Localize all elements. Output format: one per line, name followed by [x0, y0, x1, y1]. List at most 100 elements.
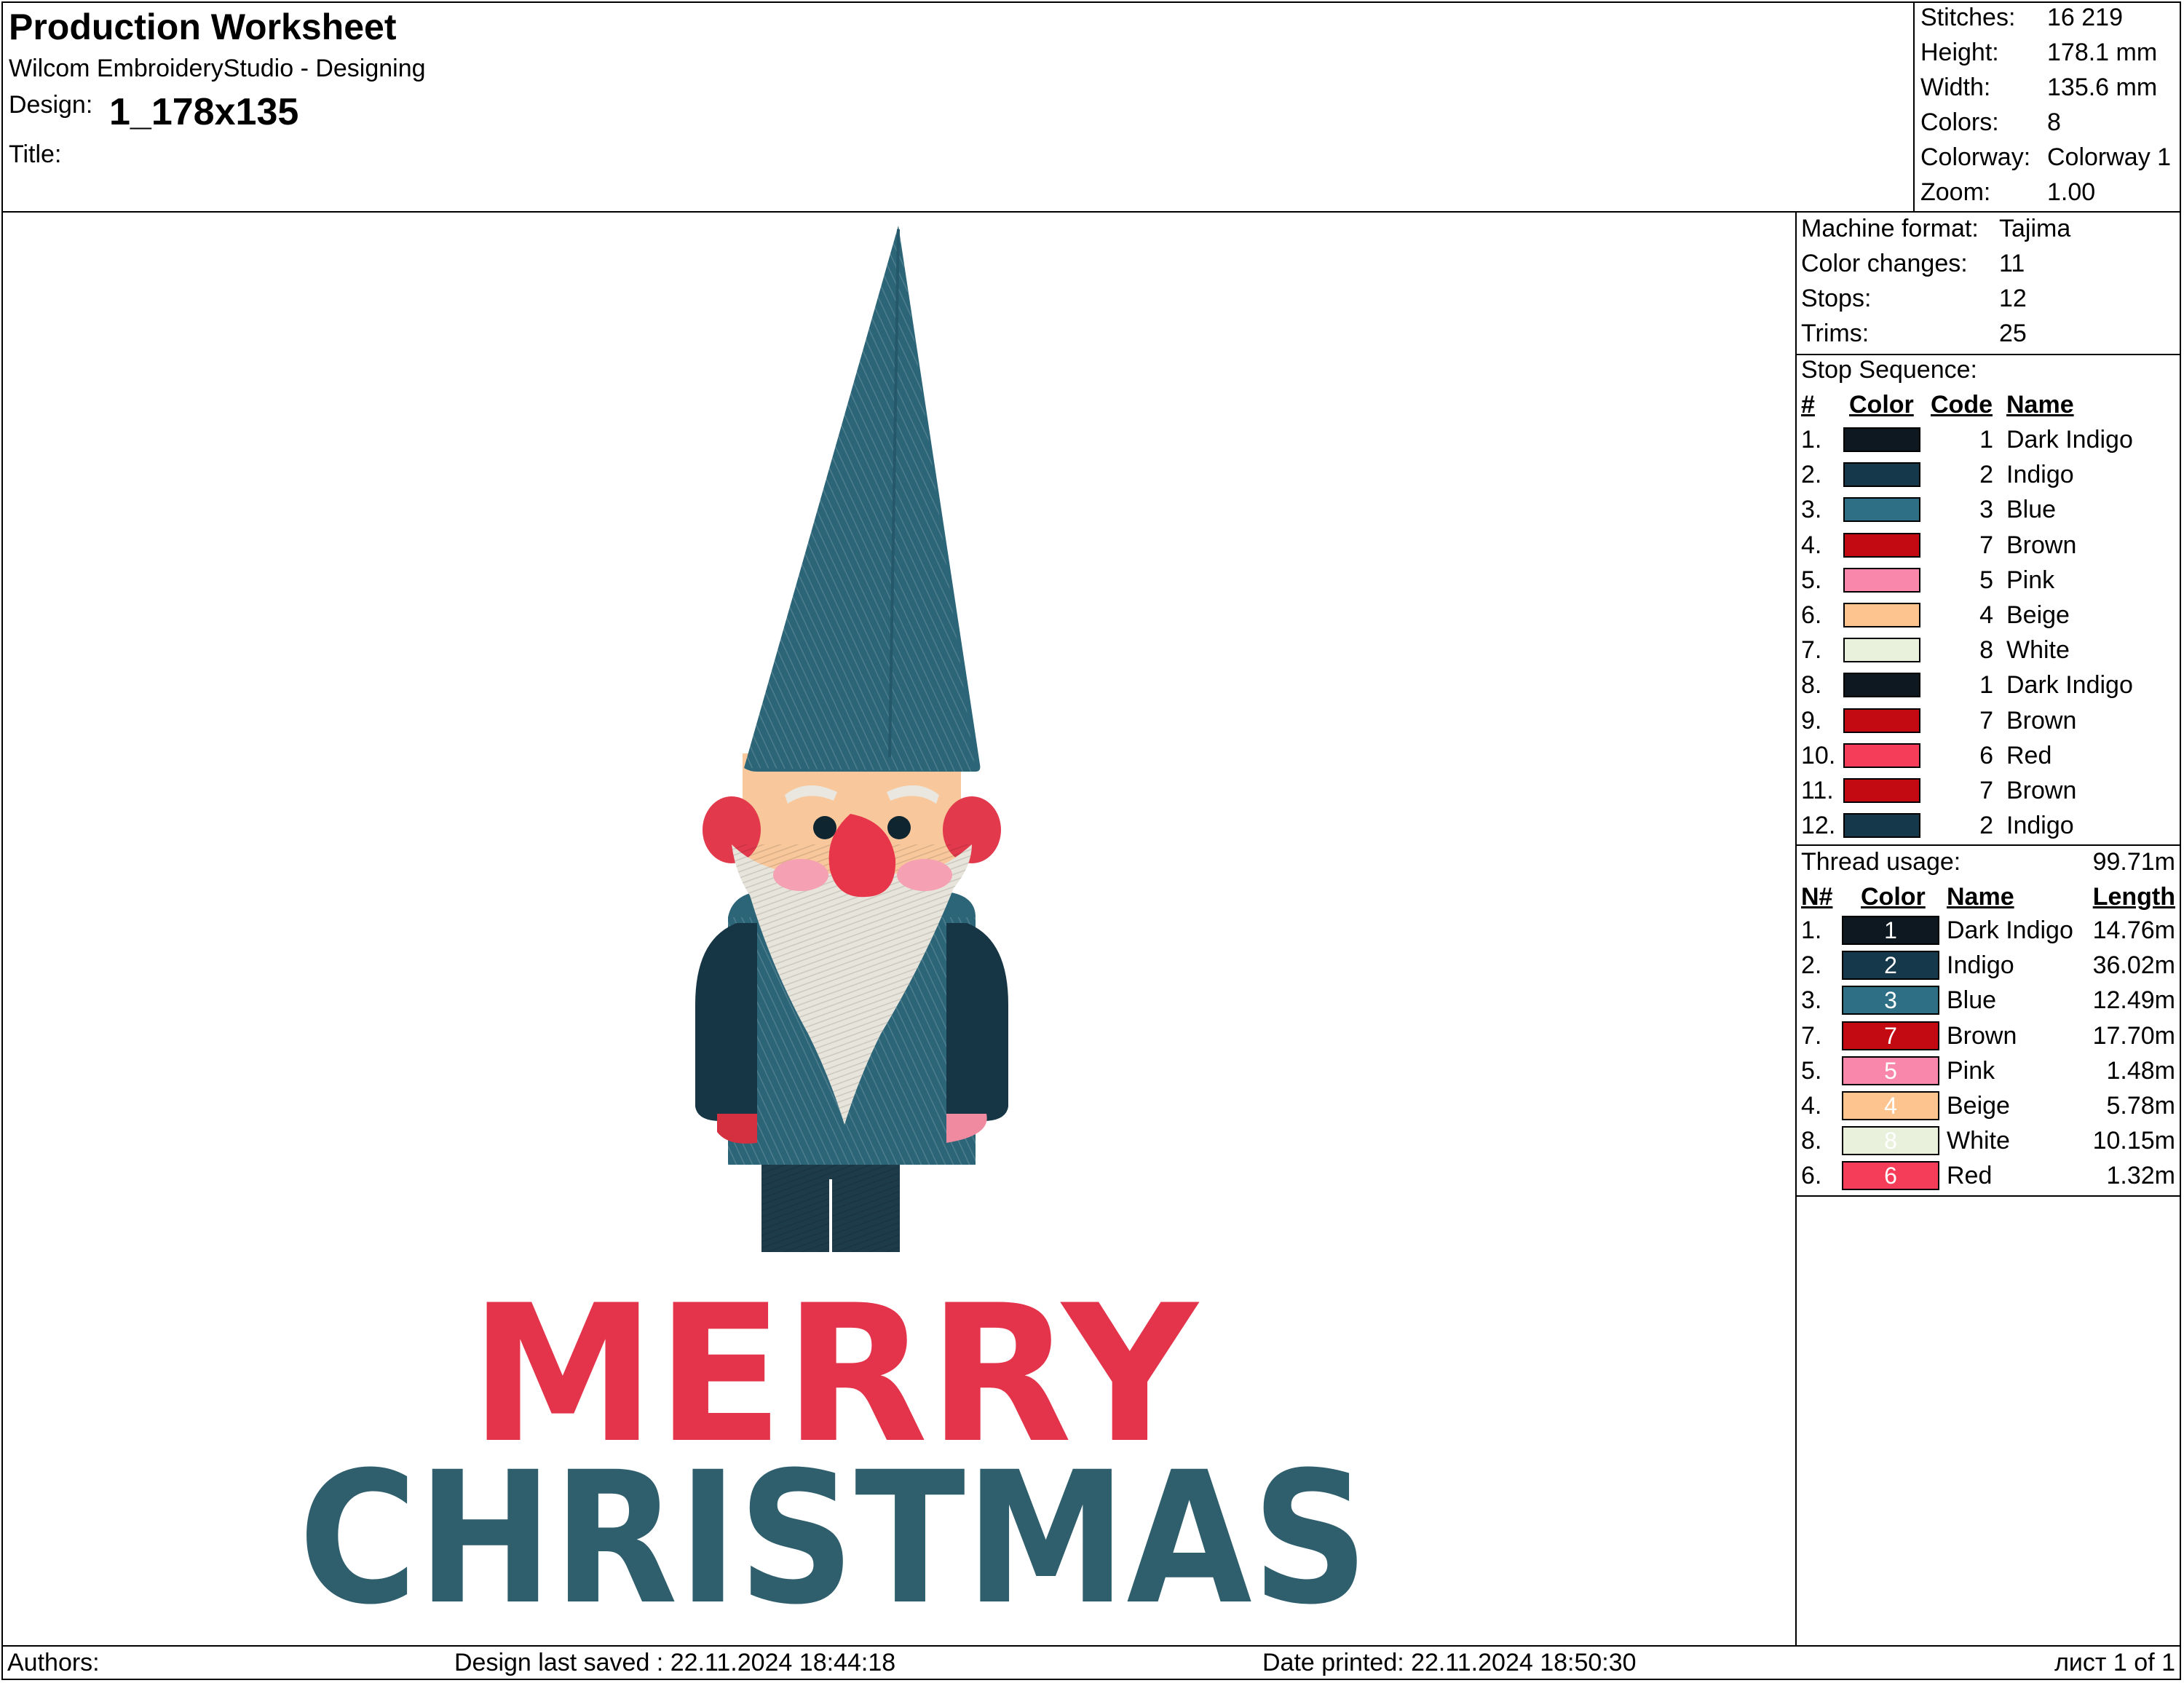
thread-row-swatch: 4	[1842, 1091, 1939, 1120]
stop-row-name: Brown	[2006, 706, 2077, 734]
thread-usage-title: Thread usage:	[1801, 848, 1961, 876]
thread-header-color: Color	[1861, 883, 1926, 911]
gnome-cheek-right	[897, 859, 952, 891]
thread-row-num: 6.	[1801, 1162, 1822, 1190]
stop-row-name: Indigo	[2006, 461, 2074, 489]
thread-row-num: 8.	[1801, 1127, 1822, 1155]
stop-row-swatch	[1843, 638, 1920, 663]
stop-row-name: Blue	[2006, 496, 2057, 524]
thread-usage-divider	[1795, 1195, 2181, 1197]
thread-row-swatch: 7	[1842, 1021, 1939, 1050]
thread-row-num: 5.	[1801, 1056, 1822, 1085]
stop-row-name: Dark Indigo	[2006, 426, 2133, 454]
stop-row-swatch	[1843, 673, 1920, 698]
thread-row-length: 12.49m	[2092, 986, 2175, 1015]
stat-label-stitches: Stitches:	[1920, 4, 2016, 31]
thread-row-name: Indigo	[1947, 951, 2014, 980]
sidebar-divider	[1795, 211, 1797, 1647]
machine-format-value: Tajima	[1999, 215, 2071, 242]
color-changes-value: 11	[1999, 250, 2025, 277]
thread-row-name: Pink	[1947, 1056, 1995, 1085]
gnome-eye-left	[813, 816, 836, 839]
stat-value-colors: 8	[2047, 108, 2061, 136]
stops-value: 12	[1999, 285, 2027, 312]
stops-label: Stops:	[1801, 285, 1872, 312]
stop-row-code: 8	[1979, 636, 1993, 665]
footer-divider	[1, 1645, 2181, 1647]
footer-date-printed: Date printed: 22.11.2024 18:50:30	[1262, 1649, 1637, 1676]
stop-row-code: 5	[1979, 566, 1993, 594]
thread-header-name: Name	[1947, 883, 2014, 911]
stat-value-stitches: 16 219	[2047, 4, 2123, 31]
stop-row-num: 8.	[1801, 671, 1822, 700]
gnome-arm-left	[695, 923, 757, 1121]
stop-row-num: 3.	[1801, 496, 1822, 524]
gnome-eye-right	[887, 816, 911, 839]
stop-row-swatch	[1843, 742, 1920, 768]
stop-row-name: Brown	[2006, 531, 2077, 559]
footer-authors: Authors:	[7, 1649, 100, 1676]
stop-row-num: 9.	[1801, 706, 1822, 734]
stat-label-width: Width:	[1920, 74, 1991, 101]
thread-header-num: N#	[1801, 883, 1833, 911]
stop-row-swatch	[1843, 532, 1920, 558]
thread-row-num: 3.	[1801, 986, 1822, 1015]
stop-row-swatch	[1843, 567, 1920, 593]
stop-row-name: Red	[2006, 741, 2052, 769]
thread-row-swatch: 8	[1842, 1126, 1939, 1156]
stop-row-num: 10.	[1801, 741, 1836, 769]
stats-divider	[1913, 1, 1915, 213]
thread-row-swatch: 3	[1842, 986, 1939, 1015]
stop-header-code: Code	[1931, 391, 1993, 419]
stat-value-width: 135.6 mm	[2047, 74, 2158, 101]
thread-row-swatch: 6	[1842, 1161, 1939, 1191]
stop-row-code: 6	[1979, 741, 1993, 769]
stop-row-code: 7	[1979, 706, 1993, 734]
thread-row-num: 2.	[1801, 951, 1822, 980]
stop-row-name: Brown	[2006, 777, 2077, 804]
thread-row-swatch: 5	[1842, 1056, 1939, 1085]
stat-label-colors: Colors:	[1920, 108, 1999, 136]
stat-value-colorway: Colorway 1	[2047, 143, 2172, 171]
trims-value: 25	[1999, 320, 2027, 347]
stop-row-name: White	[2006, 636, 2070, 665]
stat-value-height: 178.1 mm	[2047, 39, 2158, 66]
stat-value-zoom: 1.00	[2047, 178, 2096, 206]
stop-row-name: Dark Indigo	[2006, 671, 2133, 700]
stop-row-code: 4	[1979, 601, 1993, 629]
thread-row-name: Dark Indigo	[1947, 916, 2073, 944]
stop-row-swatch	[1843, 427, 1920, 452]
greeting-text: MERRY CHRISTMAS	[298, 1265, 1369, 1644]
thread-row-swatch: 1	[1842, 916, 1939, 945]
stop-row-swatch	[1843, 462, 1920, 488]
gnome-hand-left	[717, 1114, 757, 1144]
stop-row-code: 1	[1979, 671, 1993, 700]
stat-label-zoom: Zoom:	[1920, 178, 1991, 206]
thread-row-length: 10.15m	[2092, 1127, 2175, 1155]
thread-row-swatch: 2	[1842, 951, 1939, 981]
stat-label-colorway: Colorway:	[1920, 143, 2031, 171]
stop-row-num: 7.	[1801, 636, 1822, 665]
stop-header-num: #	[1801, 391, 1815, 419]
stop-row-swatch	[1843, 708, 1920, 733]
stop-row-code: 7	[1979, 777, 1993, 804]
thread-row-length: 1.48m	[2106, 1056, 2176, 1085]
stop-row-name: Beige	[2006, 601, 2070, 629]
thread-row-name: Beige	[1947, 1092, 2010, 1120]
thread-usage-total: 99.71m	[2092, 848, 2175, 876]
stop-row-num: 11.	[1801, 777, 1834, 804]
stop-row-swatch	[1843, 778, 1920, 803]
thread-row-num: 4.	[1801, 1092, 1822, 1120]
thread-row-name: Red	[1947, 1162, 1993, 1190]
thread-row-length: 5.78m	[2106, 1092, 2176, 1120]
text-christmas: CHRISTMAS	[298, 1433, 1369, 1644]
stop-header-name: Name	[2006, 391, 2074, 419]
stop-row-code: 3	[1979, 496, 1993, 524]
stop-row-swatch	[1843, 497, 1920, 523]
stop-row-swatch	[1843, 603, 1920, 627]
stop-row-code: 2	[1979, 812, 1993, 840]
stop-row-num: 6.	[1801, 601, 1822, 629]
stat-label-height: Height:	[1920, 39, 1999, 66]
thread-row-length: 17.70m	[2092, 1021, 2175, 1050]
stop-row-code: 7	[1979, 531, 1993, 559]
